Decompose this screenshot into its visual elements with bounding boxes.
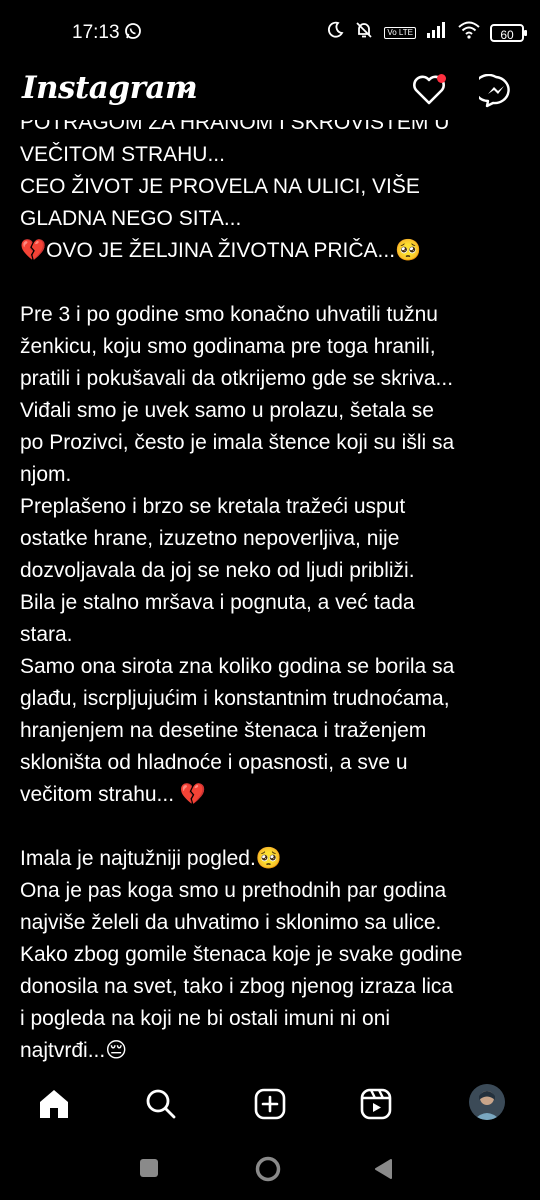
status-icons: Vo LTE 60 bbox=[326, 20, 527, 45]
post-text-line: večitom strahu... 💔 bbox=[20, 783, 207, 806]
back-button[interactable] bbox=[373, 1158, 393, 1185]
post-text-line: Pre 3 i po godine smo konačno uhvatili t… bbox=[20, 303, 438, 326]
notification-dot bbox=[437, 74, 446, 83]
status-bar: 17:13 Vo LTE 60 bbox=[0, 0, 540, 62]
post-text-line: CEO ŽIVOT JE PROVELA NA ULICI, VIŠE bbox=[20, 175, 420, 198]
recents-button[interactable] bbox=[140, 1159, 158, 1177]
post-text-line: dozvoljavala da joj se neko od ljudi pri… bbox=[20, 559, 415, 582]
signal-icon bbox=[426, 22, 448, 43]
wifi-icon bbox=[458, 21, 480, 44]
post-text-line: donosila na svet, tako i zbog njenog izr… bbox=[20, 975, 454, 998]
home-icon[interactable] bbox=[36, 1086, 72, 1122]
post-text-line: Viđali smo je uvek samo u prolazu, šetal… bbox=[20, 399, 434, 422]
moon-icon bbox=[326, 21, 344, 44]
post-text-line: Imala je najtužniji pogled.🥺 bbox=[20, 847, 282, 870]
post-text-line: stara. bbox=[20, 623, 73, 646]
volte-icon: Vo LTE bbox=[384, 26, 416, 39]
create-icon[interactable] bbox=[252, 1086, 288, 1122]
search-icon[interactable] bbox=[143, 1086, 179, 1122]
post-text-line: VEČITOM STRAHU... bbox=[20, 143, 225, 166]
post-text-line: i pogleda na koji ne bi ostali imuni ni … bbox=[20, 1007, 391, 1030]
post-text-line: 💔OVO JE ŽELJINA ŽIVOTNA PRIČA...🥺 bbox=[20, 239, 422, 262]
post-text-line: Bila je stalno mršava i pognuta, a već t… bbox=[20, 591, 415, 614]
bottom-navigation bbox=[0, 1068, 540, 1138]
post-text-line: ženkicu, koju smo godinama pre toga hran… bbox=[20, 335, 436, 358]
post-text-line: POTRAGOM ZA HRANOM I SKROVIŠTEM U bbox=[20, 119, 450, 134]
post-blank-line bbox=[20, 811, 525, 843]
app-header: Instagram bbox=[0, 62, 540, 120]
messenger-icon[interactable] bbox=[473, 73, 513, 113]
post-text-line: Preplašeno i brzo se kretala tražeći usp… bbox=[20, 495, 406, 518]
post-text-line: ostatke hrane, izuzetno nepoverljiva, ni… bbox=[20, 527, 400, 550]
post-text-line: Kako zbog gomile štenaca koje je svake g… bbox=[20, 943, 463, 966]
home-button[interactable] bbox=[254, 1155, 282, 1188]
post-text-line: najtvrđi...😔 bbox=[20, 1039, 128, 1062]
post-text-line: najviše želeli da uhvatimo i sklonimo sa… bbox=[20, 911, 442, 934]
whatsapp-icon bbox=[124, 22, 142, 45]
post-text-line: njom. bbox=[20, 463, 72, 486]
post-blank-line bbox=[20, 267, 525, 299]
post-text-line: Ona je pas koga smo u prethodnih par god… bbox=[20, 879, 447, 902]
system-navigation-bar bbox=[0, 1138, 540, 1200]
status-time: 17:13 bbox=[72, 22, 120, 43]
bell-off-icon bbox=[354, 20, 374, 45]
profile-avatar[interactable] bbox=[469, 1084, 505, 1120]
post-content: POTRAGOM ZA HRANOM I SKROVIŠTEM U VEČITOM… bbox=[0, 119, 540, 1069]
post-text-line: Samo ona sirota zna koliko godina se bor… bbox=[20, 655, 455, 678]
post-text-line: pratili i pokušavali da otkrijemo gde se… bbox=[20, 367, 454, 390]
chevron-down-icon[interactable] bbox=[178, 82, 194, 100]
post-text-line: glađu, iscrpljujućim i konstantnim trudn… bbox=[20, 687, 450, 710]
post-text-line: po Prozivci, često je imala štence koji … bbox=[20, 431, 455, 454]
post-caption: POTRAGOM ZA HRANOM I SKROVIŠTEM U VEČITOM… bbox=[0, 119, 525, 1067]
reels-icon[interactable] bbox=[358, 1086, 394, 1122]
post-text-line: GLADNA NEGO SITA... bbox=[20, 207, 242, 230]
post-text-line: hranjenjem na desetine štenaca i traženj… bbox=[20, 719, 427, 742]
post-text-line: skloništa od hladnoće i opasnosti, a sve… bbox=[20, 751, 408, 774]
instagram-logo[interactable]: Instagram bbox=[22, 70, 198, 106]
battery-icon: 60 bbox=[490, 23, 527, 42]
